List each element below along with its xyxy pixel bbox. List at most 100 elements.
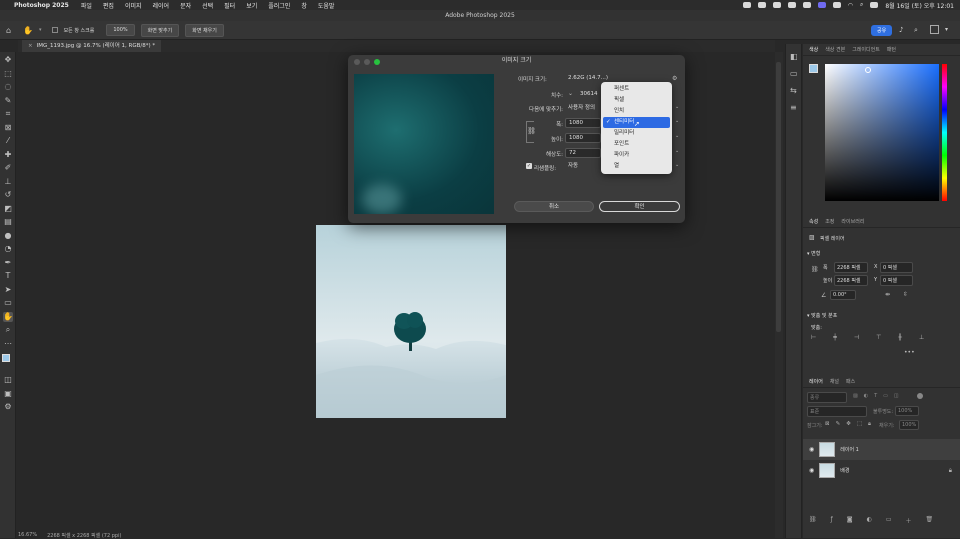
align-bottom-icon[interactable]: ⊥ <box>919 334 924 341</box>
chevron-down-icon[interactable]: ▾ <box>39 27 42 33</box>
stamp-tool-icon[interactable]: ⊥ <box>3 177 13 187</box>
comments-panel-icon[interactable]: ▭ <box>790 69 798 78</box>
x-field[interactable]: 0 픽셀 <box>880 262 913 273</box>
layer-row[interactable]: ◉ 레이어 1 <box>803 439 960 460</box>
scroll-all-checkbox[interactable] <box>51 27 58 33</box>
eraser-tool-icon[interactable]: ◩ <box>3 204 13 214</box>
minimize-window-button[interactable] <box>364 59 370 65</box>
clock[interactable]: 8월 16일 (토) 오후 12:01 <box>885 1 954 10</box>
tab-swatches[interactable]: 색상 견본 <box>825 46 845 53</box>
history-panel-icon[interactable]: ◧ <box>790 52 798 61</box>
filter-type-icon[interactable]: T <box>874 393 877 399</box>
height-field[interactable]: 2268 픽셀 <box>834 275 868 286</box>
layer-filter-select[interactable]: 종류 <box>807 392 847 403</box>
tab-gradients[interactable]: 그레이디언트 <box>852 46 880 53</box>
zoom-window-button[interactable] <box>374 59 380 65</box>
move-tool-icon[interactable]: ✥ <box>3 55 13 65</box>
share-button[interactable]: 공유 <box>871 25 893 36</box>
quick-select-tool-icon[interactable]: ✎ <box>3 96 13 106</box>
menu-view[interactable]: 보기 <box>246 1 257 10</box>
unit-option-picas[interactable]: 파이카 <box>603 150 670 161</box>
canvas-vertical-scrollbar[interactable] <box>775 52 783 538</box>
shape-tool-icon[interactable]: ▭ <box>3 298 13 308</box>
filter-shape-icon[interactable]: ▭ <box>883 393 888 399</box>
opacity-field[interactable]: 100% <box>895 406 919 416</box>
chevron-down-icon[interactable]: ⌄ <box>675 133 679 139</box>
artboard-lock-icon[interactable]: ⬚ <box>857 421 862 428</box>
tab-libraries[interactable]: 라이브러리 <box>841 218 864 225</box>
search-icon[interactable]: ⌕ <box>860 1 863 9</box>
brush-tool-icon[interactable]: ✐ <box>3 163 13 173</box>
chevron-down-icon[interactable]: ⌄ <box>675 162 679 168</box>
ok-button[interactable]: 확인 <box>599 201 680 212</box>
menu-filter[interactable]: 필터 <box>224 1 235 10</box>
zoom-tool-icon[interactable]: ⌕ <box>3 325 13 335</box>
adjust-panel-icon[interactable]: ≡ <box>790 103 797 112</box>
status-icon[interactable] <box>772 2 781 8</box>
dodge-tool-icon[interactable]: ◔ <box>3 244 13 254</box>
status-icon[interactable] <box>802 2 811 8</box>
color-swatches[interactable] <box>0 352 15 372</box>
adjustment-layer-icon[interactable]: ◐ <box>867 516 872 525</box>
screen-mode-icon[interactable]: ▣ <box>3 389 13 399</box>
filter-adjust-icon[interactable]: ◐ <box>864 393 868 399</box>
path-select-tool-icon[interactable]: ➤ <box>3 285 13 295</box>
flip-horizontal-icon[interactable]: ⇹ <box>885 291 890 298</box>
width-input[interactable]: 1080 <box>565 118 601 128</box>
fit-to-select[interactable]: 사용자 정의 <box>565 104 601 114</box>
lock-transparency-icon[interactable]: ⊠ <box>825 421 830 428</box>
cancel-button[interactable]: 취소 <box>514 201 594 212</box>
healing-tool-icon[interactable]: ✚ <box>3 150 13 160</box>
chevron-down-icon[interactable]: ⌄ <box>568 90 573 97</box>
flip-vertical-icon[interactable]: ⇳ <box>903 291 908 298</box>
more-options-icon[interactable]: ••• <box>904 349 915 356</box>
filter-smart-icon[interactable]: ◫ <box>894 393 899 399</box>
status-icon[interactable] <box>757 2 766 8</box>
lock-image-icon[interactable]: ✎ <box>836 421 841 428</box>
resolution-input[interactable]: 72 <box>565 148 601 158</box>
home-icon[interactable]: ⌂ <box>6 26 11 35</box>
angle-field[interactable]: 0.00° <box>830 290 856 300</box>
unit-option-inches[interactable]: 인치 <box>603 106 670 117</box>
chevron-down-icon[interactable]: ⌄ <box>675 104 679 110</box>
blend-mode-select[interactable]: 표준 <box>807 406 867 417</box>
width-field[interactable]: 2268 픽셀 <box>834 262 868 273</box>
align-middle-v-icon[interactable]: ╫ <box>898 334 902 341</box>
layer-name[interactable]: 배경 <box>840 467 849 474</box>
close-window-button[interactable] <box>354 59 360 65</box>
menu-select[interactable]: 선택 <box>202 1 213 10</box>
close-icon[interactable]: × <box>28 43 33 49</box>
eye-icon[interactable]: ◉ <box>809 467 814 474</box>
link-layers-icon[interactable]: ⛓ <box>809 516 817 525</box>
generative-icon[interactable]: ⚙ <box>3 402 13 412</box>
app-menu[interactable]: Photoshop 2025 <box>14 2 69 9</box>
unit-option-centimeters[interactable]: ✓ 센티미터 ➚ <box>603 117 670 128</box>
history-brush-icon[interactable]: ↺ <box>3 190 13 200</box>
resample-checkbox[interactable]: ✓ <box>526 163 532 169</box>
trash-icon[interactable]: 🗑︎ <box>926 516 934 525</box>
foreground-color-swatch[interactable] <box>809 64 818 73</box>
chevron-down-icon[interactable]: ⌄ <box>675 148 679 154</box>
layer-name[interactable]: 레이어 1 <box>840 446 859 453</box>
menu-file[interactable]: 파일 <box>81 1 92 10</box>
color-picker-cursor[interactable] <box>865 67 871 73</box>
gradient-tool-icon[interactable]: ▤ <box>3 217 13 227</box>
tab-layers[interactable]: 레이어 <box>809 378 823 385</box>
hue-slider[interactable] <box>942 64 947 201</box>
y-field[interactable]: 0 픽셀 <box>880 275 913 286</box>
link-icon[interactable]: ⛓ <box>811 266 819 273</box>
control-center-icon[interactable] <box>870 2 879 8</box>
group-icon[interactable]: ▭ <box>886 516 892 525</box>
tab-color[interactable]: 색상 <box>809 46 818 53</box>
hand-tool-icon[interactable]: ✋ <box>3 311 13 322</box>
gear-icon[interactable]: ⚙ <box>672 75 677 82</box>
frame-tool-icon[interactable]: ⊠ <box>3 123 13 133</box>
zoom-level[interactable]: 16.67% <box>18 532 37 538</box>
hand-tool-icon[interactable]: ✋ <box>23 26 33 35</box>
document-tab[interactable]: × IMG_1193.jpg @ 16.7% (레이어 1, RGB/8*) * <box>22 40 162 52</box>
tab-patterns[interactable]: 패턴 <box>887 46 896 53</box>
eyedropper-tool-icon[interactable]: ⁄ <box>3 136 13 146</box>
chevron-down-icon[interactable]: ▾ <box>945 26 948 33</box>
filter-pixel-icon[interactable]: ▨ <box>853 393 858 399</box>
fit-screen-button[interactable]: 화면 맞추기 <box>140 23 180 37</box>
